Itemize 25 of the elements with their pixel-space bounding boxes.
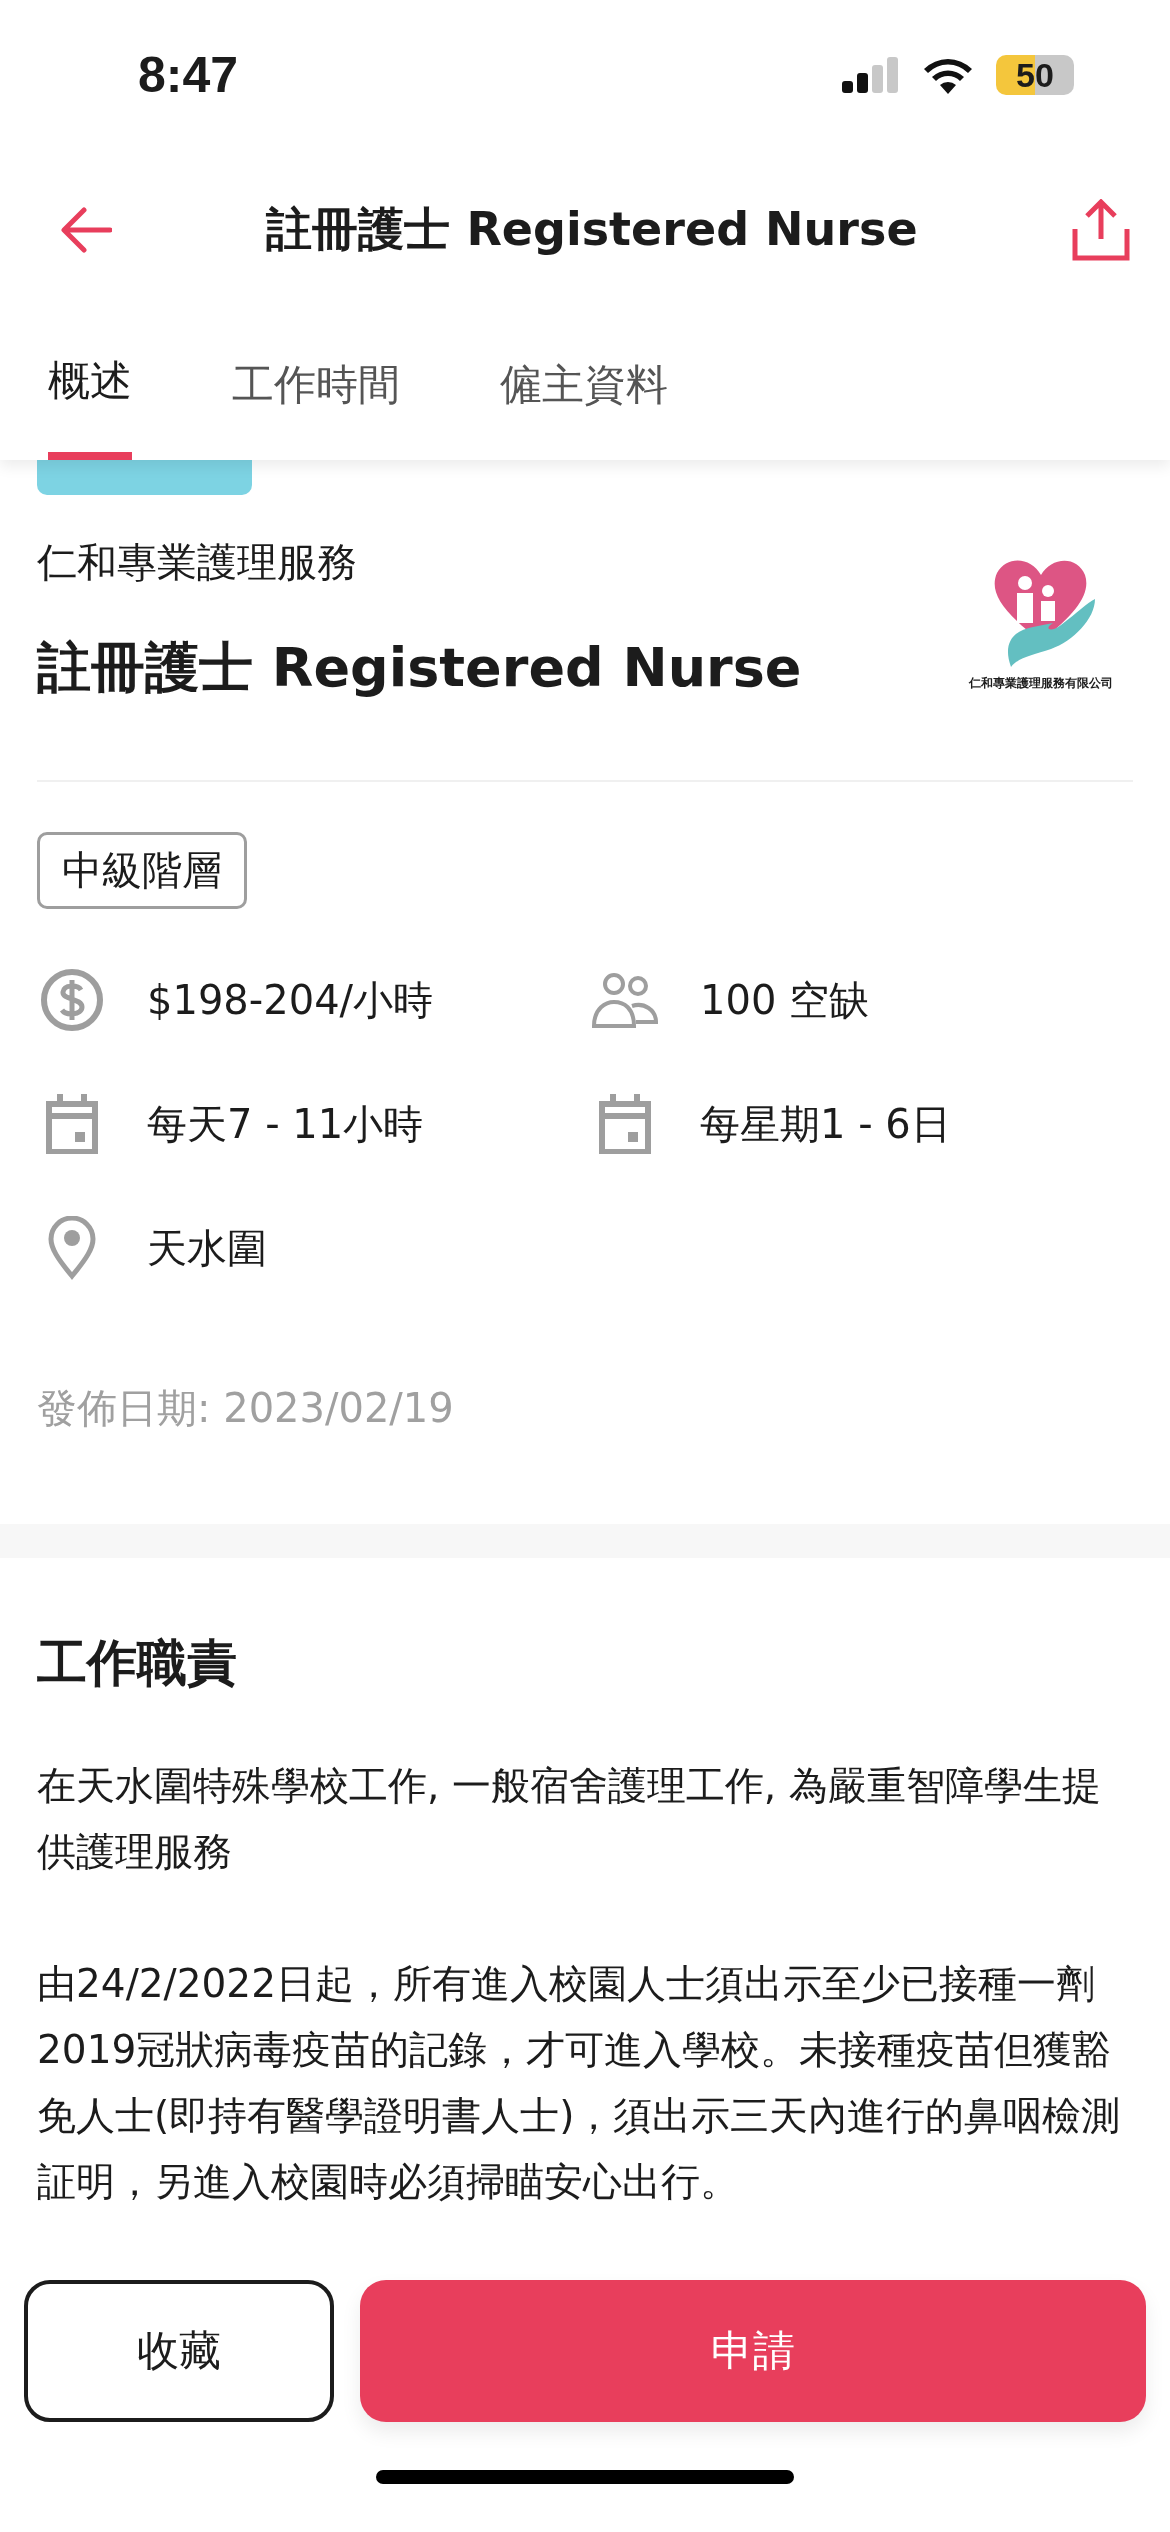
wifi-icon	[922, 56, 974, 94]
detail-text: 每天7 - 11小時	[147, 1099, 424, 1149]
detail-text: $198-204/小時	[147, 975, 434, 1025]
tab[interactable]: 僱主資料	[500, 310, 668, 460]
company-name: 仁和專業護理服務	[37, 538, 358, 587]
posted-date: 發佈日期: 2023/02/19	[37, 1384, 455, 1433]
signal-icon	[842, 57, 900, 93]
duty-paragraph: 由24/2/2022日起，所有進入校園人士須出示至少已接種一劑2019冠狀病毒疫苗的記錄，才可進入學校。未接種疫苗但獲豁免人士(即持有醫學證明書人士)，須出示三天內進行的鼻咽檢測証明，另進入校園時必須掃瞄安心出行。	[37, 1960, 1122, 2206]
status-time: 8:47	[138, 46, 239, 104]
battery-indicator: 50	[996, 55, 1074, 95]
detail-text: 每星期1 - 6日	[700, 1099, 951, 1149]
people-icon	[590, 972, 660, 1028]
tab[interactable]: 工作時間	[232, 310, 400, 460]
page-title: 註冊護士 Registered Nurse	[266, 201, 918, 258]
save-button[interactable]: 收藏	[24, 2280, 334, 2422]
company-logo: 仁和專業護理服務有限公司	[969, 548, 1113, 692]
apply-button[interactable]: 申請	[360, 2280, 1146, 2422]
level-tag: 中級階層	[37, 832, 247, 909]
detail-text: 100 空缺	[700, 975, 870, 1025]
share-icon[interactable]	[1072, 199, 1130, 261]
duty-paragraph: 在天水圍特殊學校工作, 一般宿舍護理工作, 為嚴重智障學生提供護理服務	[37, 1762, 1102, 1876]
back-arrow-icon[interactable]	[60, 207, 112, 253]
section-heading: 工作職責	[37, 1633, 238, 1694]
detail-text: 天水圍	[147, 1223, 267, 1273]
job-title: 註冊護士 Registered Nurse	[37, 635, 802, 701]
